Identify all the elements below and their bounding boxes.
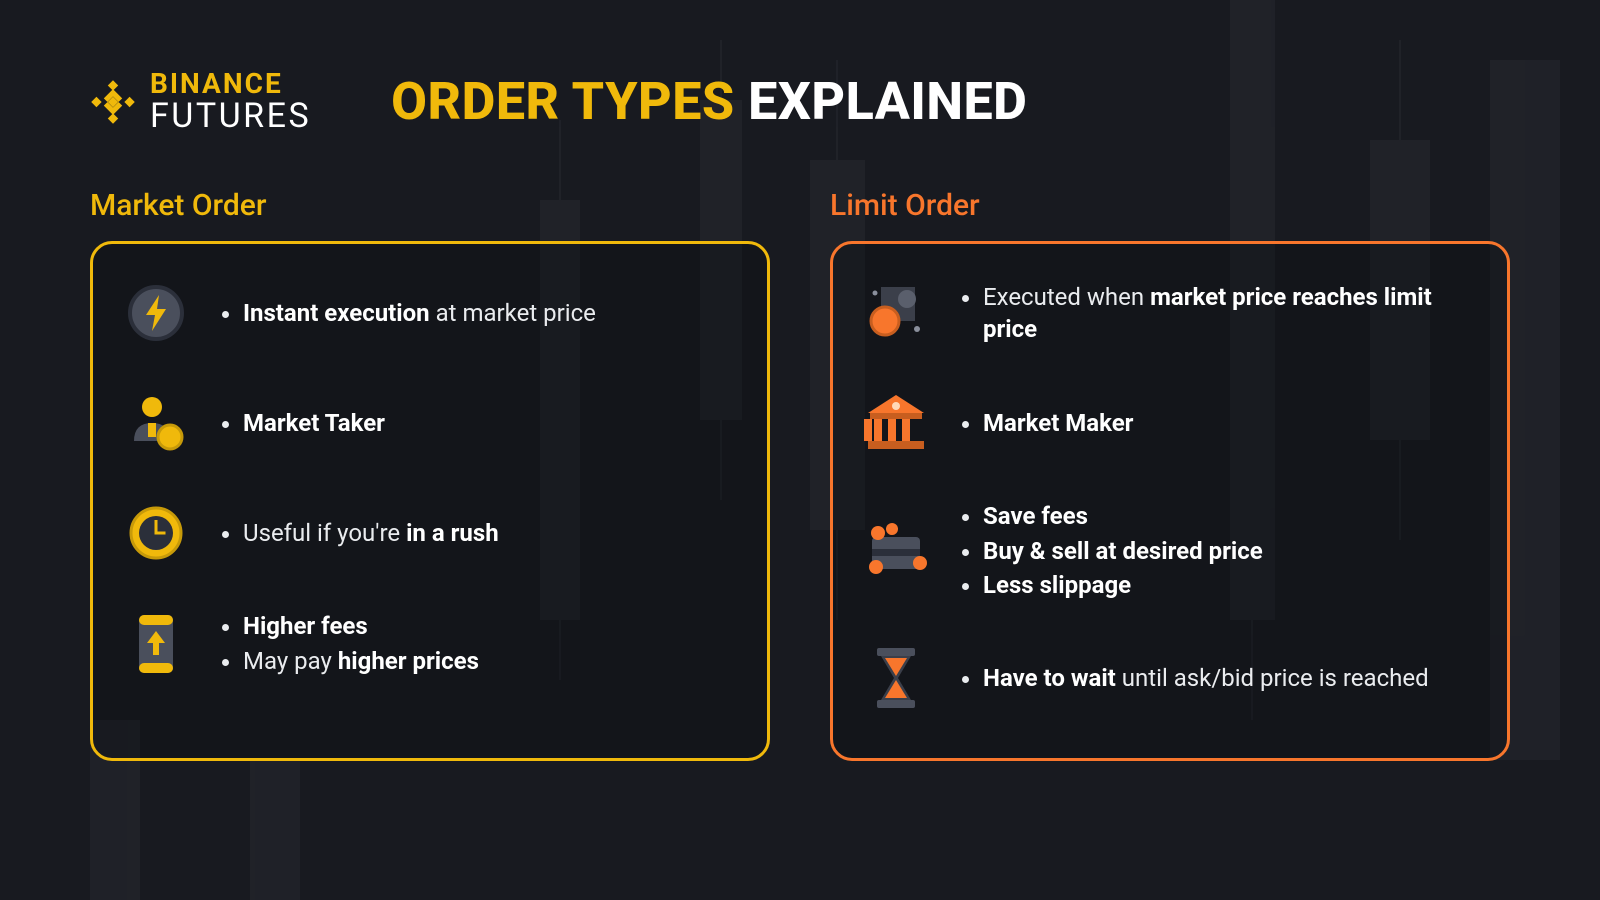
market-row-instant: Instant execution at market price (121, 278, 739, 348)
wallet-coins-icon (861, 516, 931, 586)
market-row-rush: Useful if you're in a rush (121, 498, 739, 568)
market-row-instant-text: Instant execution at market price (219, 295, 596, 331)
market-order-title: Market Order (90, 188, 770, 223)
limit-row-save-text: Save feesBuy & sell at desired priceLess… (959, 498, 1263, 603)
binance-futures-logo: BINANCE FUTURES (90, 70, 311, 133)
hourglass-icon (861, 643, 931, 713)
limit-order-title: Limit Order (830, 188, 1510, 223)
limit-row-wait-text: Have to wait until ask/bid price is reac… (959, 660, 1429, 696)
market-row-taker: Market Taker (121, 388, 739, 458)
market-order-card: Instant execution at market price Market… (90, 241, 770, 761)
clock-icon (121, 498, 191, 568)
logo-text-line2: FUTURES (150, 99, 311, 134)
lightning-icon (121, 278, 191, 348)
market-row-fees-text: Higher feesMay pay higher prices (219, 608, 479, 679)
person-coin-icon (121, 388, 191, 458)
market-row-fees: Higher feesMay pay higher prices (121, 608, 739, 679)
binance-logo-icon (90, 79, 136, 125)
title-gold: ORDER TYPES (391, 71, 735, 132)
limit-row-maker-text: Market Maker (959, 405, 1133, 441)
market-row-rush-text: Useful if you're in a rush (219, 515, 499, 551)
limit-row-executed: Executed when market price reaches limit… (861, 278, 1479, 348)
logo-text-line1: BINANCE (150, 70, 311, 99)
limit-row-save: Save feesBuy & sell at desired priceLess… (861, 498, 1479, 603)
limit-row-executed-text: Executed when market price reaches limit… (959, 279, 1439, 348)
bank-icon (861, 388, 931, 458)
target-coin-icon (861, 278, 931, 348)
market-row-taker-text: Market Taker (219, 405, 385, 441)
page-title: ORDER TYPES EXPLAINED (391, 71, 1027, 132)
limit-row-maker: Market Maker (861, 388, 1479, 458)
limit-row-wait: Have to wait until ask/bid price is reac… (861, 643, 1479, 713)
title-white: EXPLAINED (748, 71, 1027, 132)
limit-order-card: Executed when market price reaches limit… (830, 241, 1510, 761)
phone-up-icon (121, 609, 191, 679)
